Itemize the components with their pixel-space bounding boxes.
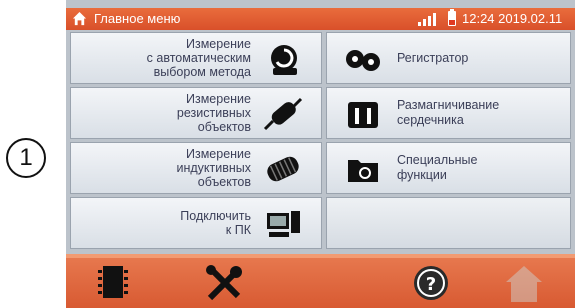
home-icon[interactable] [72, 11, 87, 26]
device-screen: Главное меню 12:24 2019.02.11 Измерение … [66, 0, 575, 308]
folder-icon [348, 160, 378, 182]
menu-special-functions[interactable]: Специальные функции [326, 142, 571, 194]
menu-resistive-objects[interactable]: Измерение резистивных объектов [70, 87, 322, 139]
home-icon[interactable] [504, 264, 544, 302]
menu-empty-slot [326, 197, 571, 249]
auto-measure-icon [271, 45, 297, 75]
recorder-icon [346, 50, 380, 71]
computer-icon [267, 211, 300, 237]
status-time: 12:24 2019.02.11 [462, 11, 563, 26]
core-icon [348, 102, 378, 128]
memory-icon[interactable] [98, 264, 128, 300]
menu-connect-pc[interactable]: Подключить к ПК [70, 197, 322, 249]
resistor-icon [263, 97, 303, 131]
callout-number: 1 [6, 138, 46, 178]
menu-inductive-objects[interactable]: Измерение индуктивных объектов [70, 142, 322, 194]
svg-text:?: ? [426, 274, 436, 295]
menu-recorder[interactable]: Регистратор [326, 32, 571, 84]
tools-icon[interactable] [204, 264, 244, 304]
signal-icon [418, 13, 436, 26]
battery-icon [448, 9, 456, 26]
inductor-icon [267, 156, 299, 182]
menu-auto-measurement[interactable]: Измерение с автоматическим выбором метод… [70, 32, 322, 84]
status-title: Главное меню [94, 11, 181, 26]
menu-demagnetization[interactable]: Размагничивание сердечника [326, 87, 571, 139]
bottom-toolbar: ? [66, 254, 575, 308]
help-icon[interactable]: ? [412, 264, 450, 302]
status-bar: Главное меню 12:24 2019.02.11 [66, 8, 575, 30]
